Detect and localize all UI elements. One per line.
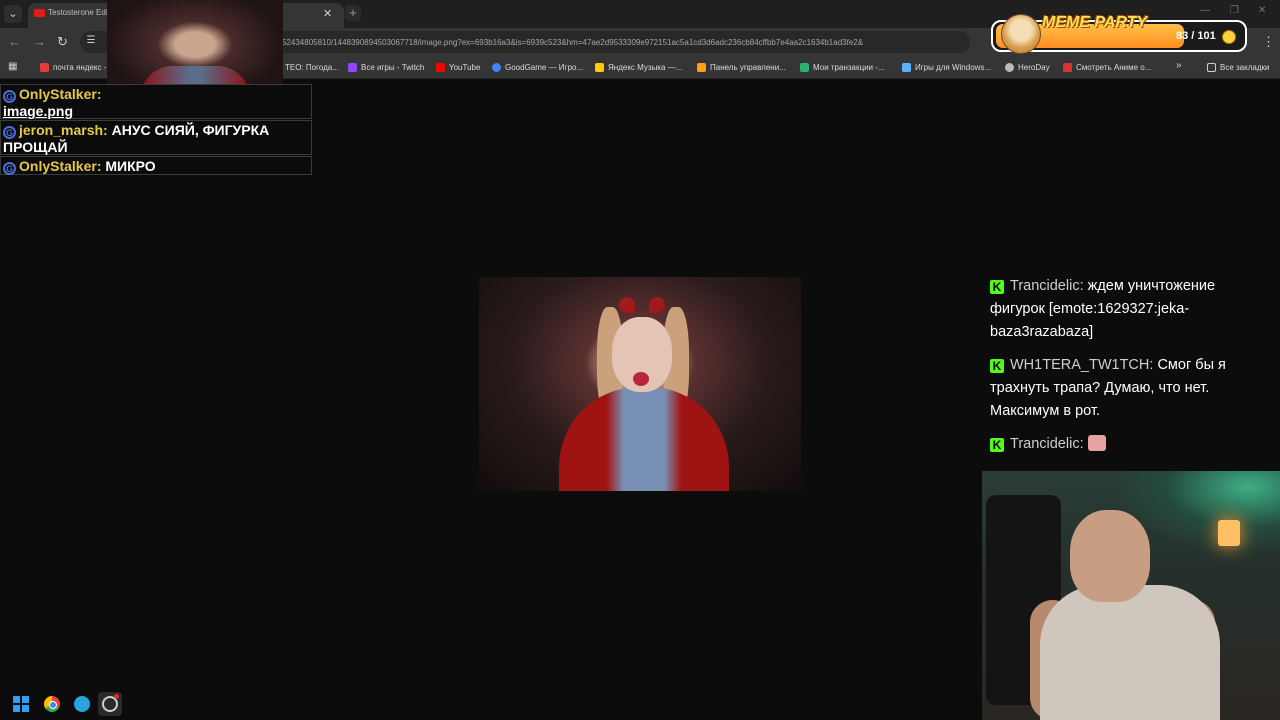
bookmark-item[interactable]: ТЕО: Погода... <box>285 61 339 73</box>
bookmark-item[interactable]: Игры для Windows... <box>902 61 991 73</box>
bookmark-label: Панель управлени... <box>710 62 786 72</box>
bookmark-label: GoodGame — Игро... <box>505 62 584 72</box>
tab-search-button[interactable]: ⌄ <box>4 5 22 23</box>
close-tab-icon[interactable]: ✕ <box>323 7 332 20</box>
maximize-icon[interactable]: ❐ <box>1230 5 1239 16</box>
chat-link[interactable]: image.png <box>3 103 73 119</box>
youtube-icon <box>34 9 45 17</box>
google-icon <box>492 62 501 72</box>
twitch-icon <box>348 62 357 72</box>
tab-title: Testosterone Edi <box>48 8 108 17</box>
kick-badge-icon: K <box>990 359 1004 373</box>
chrome-icon-center <box>49 701 57 709</box>
goodgame-badge-icon: G <box>3 90 16 103</box>
reload-button[interactable]: ↻ <box>57 34 68 50</box>
bookmark-label: Мои транзакции -... <box>813 62 885 72</box>
more-bookmarks-icon[interactable]: » <box>1176 60 1182 71</box>
all-bookmarks-button[interactable]: Все закладки <box>1207 61 1269 73</box>
chat-username: OnlyStalker: <box>19 158 102 174</box>
heroday-icon <box>1005 62 1014 72</box>
url-text[interactable]: 52434805810/1448390894503067718/image.pn… <box>282 38 863 47</box>
bookmark-item[interactable]: Яндекс Музыка —... <box>595 61 682 73</box>
chat-username: Trancidelic: <box>1010 278 1084 294</box>
image-figure-part <box>559 387 729 491</box>
all-bookmarks-label: Все закладки <box>1220 62 1270 72</box>
bookmark-item[interactable]: почта яндекс - <box>40 61 106 73</box>
kick-badge-icon: K <box>990 280 1004 294</box>
chat-message: K Trancidelic: ждем уничтожение фигурок [… <box>990 275 1240 344</box>
meme-party-count: 83 / 101 <box>1176 30 1216 42</box>
recording-dot-icon <box>114 694 119 699</box>
bookmark-item[interactable]: Смотреть Аниме о... <box>1063 61 1151 73</box>
bookmark-label: Игры для Windows... <box>915 62 992 72</box>
yandex-mail-icon <box>40 62 49 72</box>
webcam-lamp <box>1218 520 1240 546</box>
kick-badge-icon: K <box>990 438 1004 452</box>
new-tab-button[interactable]: + <box>345 5 361 21</box>
image-figure-part <box>649 297 665 313</box>
chat-text: МИКРО <box>105 158 156 174</box>
bookmark-label: Смотреть Аниме о... <box>1076 62 1152 72</box>
opened-image[interactable] <box>479 277 801 491</box>
bookmark-item[interactable]: Панель управлени... <box>697 61 786 73</box>
dmarket-icon <box>800 62 809 72</box>
webcam-figure <box>1070 510 1150 602</box>
windows-start-icon[interactable] <box>13 696 29 712</box>
close-window-icon[interactable]: ✕ <box>1258 5 1266 16</box>
bookmark-label: Яндекс Музыка —... <box>608 62 683 72</box>
bookmark-label: ТЕО: Погода... <box>285 62 339 72</box>
chat-username: OnlyStalker: <box>19 86 102 102</box>
chat-message: K WH1TERA_TW1TCH: Смог бы я трахнуть трап… <box>990 354 1240 423</box>
emote-icon <box>1087 435 1106 451</box>
games-icon <box>902 62 911 72</box>
bookmark-label: HeroDay <box>1018 62 1050 72</box>
chat-message: G OnlyStalker: image.png <box>0 84 312 119</box>
taskbar <box>0 689 982 720</box>
yandex-music-icon <box>595 62 604 72</box>
more-menu-icon[interactable]: ⋮ <box>1262 34 1275 50</box>
chat-username: Trancidelic: <box>1010 436 1084 452</box>
forward-button[interactable]: → <box>33 34 46 49</box>
bookmark-label: YouTube <box>449 62 481 72</box>
site-info-icon[interactable]: ☰ <box>84 34 98 48</box>
doge-icon <box>1001 14 1041 54</box>
image-figure-part <box>619 297 635 313</box>
chat-message: K Trancidelic: <box>990 433 1240 456</box>
bookmark-label: Все игры - Twitch <box>361 62 425 72</box>
folder-icon <box>1207 62 1216 72</box>
chat-message: G OnlyStalker: МИКРО <box>0 156 312 175</box>
youtube-icon <box>436 62 445 72</box>
webcam-figure <box>1040 585 1220 720</box>
chat-username: jeron_marsh: <box>19 122 108 138</box>
bookmark-item[interactable]: Все игры - Twitch <box>348 61 424 73</box>
bookmark-item[interactable]: YouTube <box>436 61 480 73</box>
goodgame-badge-icon: G <box>3 126 16 139</box>
goodgame-badge-icon: G <box>3 162 16 175</box>
chat-message: Gjeron_marsh: АНУС СИЯЙ, ФИГУРКА ПРОЩАЙ <box>0 120 312 155</box>
telegram-icon[interactable] <box>74 696 90 712</box>
meme-party-title: MEME PARTY <box>1042 14 1148 31</box>
coin-icon <box>1222 30 1236 44</box>
apps-grid-icon[interactable]: ▦ <box>8 61 17 72</box>
bookmark-item[interactable]: Мои транзакции -... <box>800 61 885 73</box>
chat-username: WH1TERA_TW1TCH: <box>1010 357 1154 373</box>
minimize-icon[interactable]: — <box>1200 5 1210 16</box>
bookmark-item[interactable]: HeroDay <box>1005 61 1050 73</box>
bookmark-item[interactable]: GoodGame — Игро... <box>492 61 583 73</box>
image-figure-part <box>633 372 649 386</box>
anime-icon <box>1063 62 1072 72</box>
panel-icon <box>697 62 706 72</box>
back-button[interactable]: ← <box>8 34 21 49</box>
bookmark-label: почта яндекс - <box>53 62 107 72</box>
